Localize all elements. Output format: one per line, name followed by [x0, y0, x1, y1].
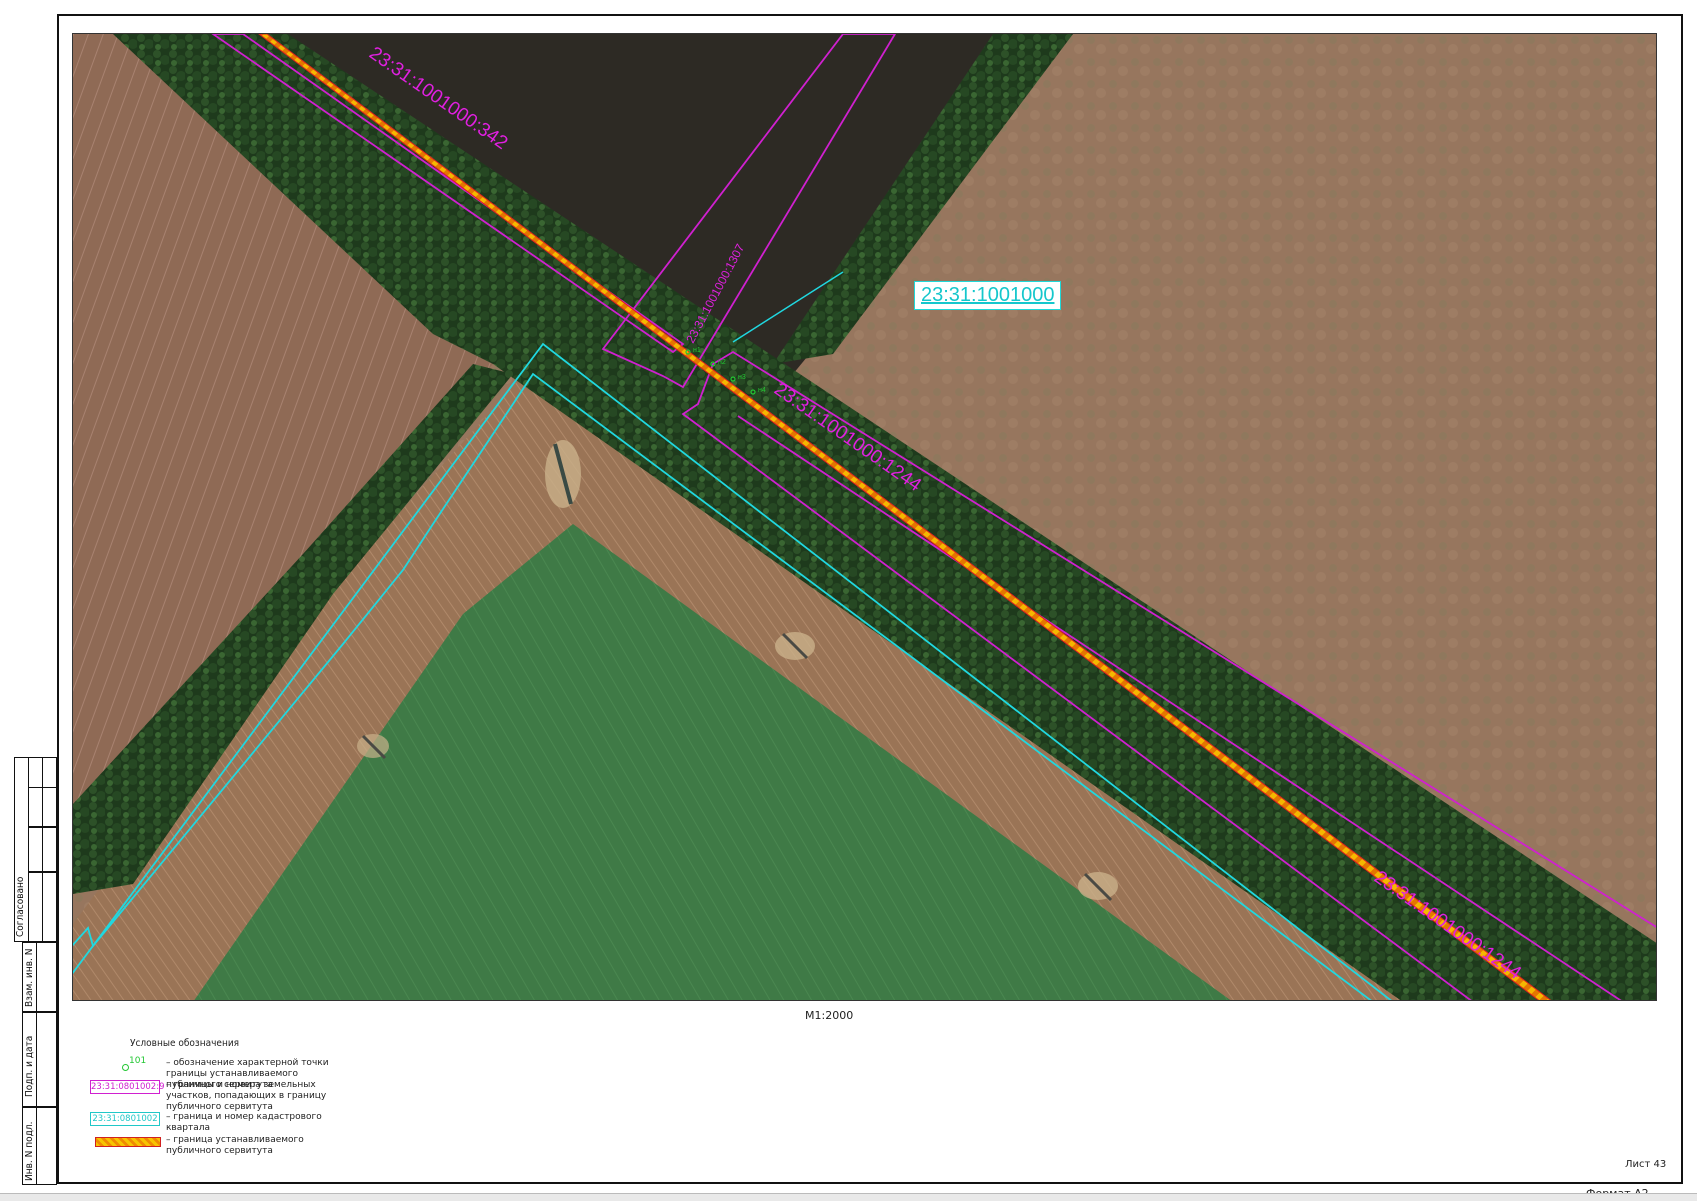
- power-tower-4: [357, 734, 389, 760]
- legend-block-sample: 23:31:0801002: [90, 1112, 160, 1126]
- point-label: н4: [758, 387, 766, 394]
- power-tower-1: [545, 440, 581, 508]
- legend-block-text: – граница и номер кадастрового квартала: [166, 1112, 322, 1133]
- legend-point-number: 101: [129, 1056, 147, 1066]
- legend-easement-sample: [95, 1137, 161, 1147]
- legend-parcel-text: – границы и номера земельных участков, п…: [166, 1080, 327, 1112]
- legend-point-sample: 101: [120, 1056, 160, 1074]
- sheet-number: Лист 43: [1625, 1159, 1667, 1170]
- point-symbol-icon: [122, 1064, 129, 1071]
- stamp-row-3: [28, 872, 57, 942]
- map-viewport[interactable]: н1 н2 н3 н4 23:31:1001000:342 23:31:1001…: [72, 33, 1657, 1001]
- stamp-sign-inner: [36, 1012, 57, 1107]
- legend-title: Условные обозначения: [130, 1038, 240, 1049]
- stamp-inv-replace-inner: [36, 942, 57, 1012]
- stamp-sign-date-label: Подп. и дата: [24, 1035, 35, 1097]
- stamp-inv-replace-label: Взам. инв. N: [24, 948, 35, 1007]
- stamp-agreed-label: Согласовано: [15, 876, 26, 937]
- legend-parcel-sample: 23:31:0801002:9: [90, 1080, 165, 1094]
- map-canvas[interactable]: н1 н2 н3 н4 23:31:1001000:342 23:31:1001…: [73, 34, 1657, 1001]
- stamp-row-2: [28, 827, 57, 872]
- power-tower-2: [775, 632, 815, 660]
- stamp-inv-orig-inner: [36, 1107, 57, 1185]
- stamp-table: Согласовано Взам. инв. N Подп. и дата Ин…: [14, 757, 57, 1185]
- stamp-inv-orig-label: Инв. N подл.: [24, 1121, 35, 1181]
- point-label: н1: [693, 347, 701, 354]
- point-label: н3: [738, 374, 746, 381]
- scale-label: М1:2000: [805, 1009, 854, 1022]
- power-tower-3: [1078, 872, 1118, 902]
- point-label: н2: [718, 359, 726, 366]
- legend-easement-text: – граница устанавливаемого публичного се…: [166, 1135, 304, 1156]
- stamp-row-1: [28, 787, 57, 827]
- block-callout-label[interactable]: 23:31:1001000: [914, 281, 1062, 310]
